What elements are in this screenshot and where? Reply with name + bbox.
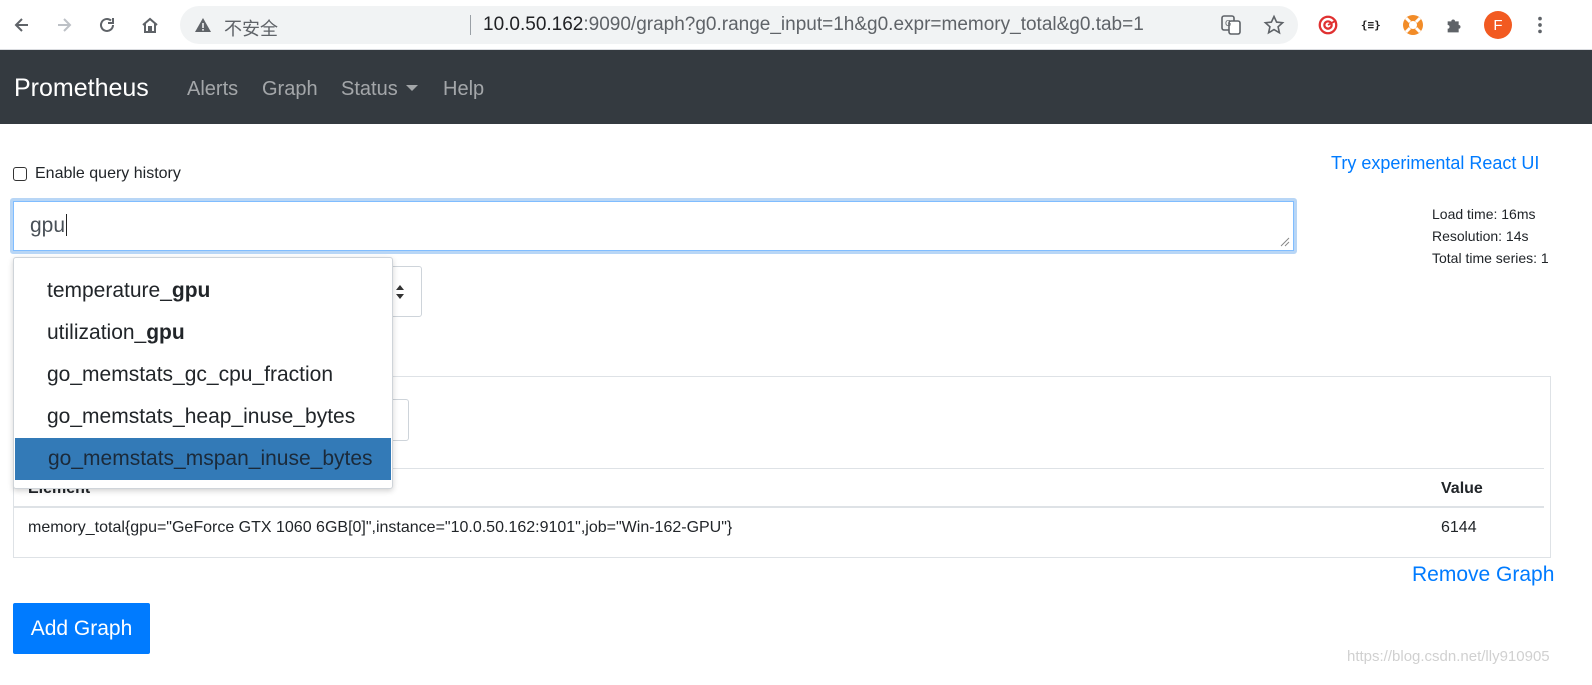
url-text[interactable]: 10.0.50.162:9090/graph?g0.range_input=1h… xyxy=(483,14,1144,36)
item-text: temperature_ xyxy=(47,279,172,302)
nav-help[interactable]: Help xyxy=(443,78,484,101)
total-series: Total time series: 1 xyxy=(1432,250,1549,266)
svg-text:{≡}: {≡} xyxy=(1361,19,1381,32)
divider xyxy=(14,506,1544,508)
load-time: Load time: 16ms xyxy=(1432,206,1536,222)
expression-value: gpu xyxy=(30,214,66,237)
address-bar[interactable]: 不安全 10.0.50.162:9090/graph?g0.range_inpu… xyxy=(180,6,1298,44)
text-cursor xyxy=(66,214,68,236)
item-text: go_memstats_gc_cpu_fraction xyxy=(47,363,333,386)
bookmark-star-icon[interactable] xyxy=(1263,14,1285,36)
forward-icon[interactable] xyxy=(50,11,78,39)
extension-json-icon[interactable]: {≡} xyxy=(1357,12,1383,38)
divider xyxy=(470,15,471,35)
home-icon[interactable] xyxy=(136,11,164,39)
history-label: Enable query history xyxy=(35,165,181,182)
table-row-value: 6144 xyxy=(1441,519,1477,536)
nav-status-label: Status xyxy=(341,78,398,100)
item-text: utilization_ xyxy=(47,321,147,344)
url-host: 10.0.50.162 xyxy=(483,14,584,35)
nav-status[interactable]: Status xyxy=(341,78,418,101)
nav-alerts[interactable]: Alerts xyxy=(187,78,238,101)
chevron-down-icon xyxy=(405,85,418,91)
brand-logo-text[interactable]: Prometheus xyxy=(14,74,149,103)
autocomplete-item[interactable]: utilization_ gpu xyxy=(14,312,392,354)
item-text: go_memstats_mspan_inuse_bytes xyxy=(48,447,373,470)
resize-grip-icon[interactable] xyxy=(1280,237,1290,247)
autocomplete-item[interactable]: temperature_ gpu xyxy=(14,270,392,312)
autocomplete-dropdown: temperature_ gpu utilization_ gpu go_memst… xyxy=(13,257,393,489)
profile-avatar[interactable]: F xyxy=(1484,11,1512,39)
expression-input-wrapper: gpu xyxy=(10,198,1297,254)
autocomplete-item-selected[interactable]: go_memstats_mspan_inuse_bytes xyxy=(15,438,391,480)
menu-kebab-icon[interactable] xyxy=(1527,12,1553,38)
add-graph-button[interactable]: Add Graph xyxy=(13,603,150,654)
warning-icon[interactable] xyxy=(194,16,212,34)
query-history-toggle[interactable]: Enable query history xyxy=(13,165,181,183)
extensions-puzzle-icon[interactable] xyxy=(1442,12,1468,38)
back-icon[interactable] xyxy=(8,11,36,39)
item-match: gpu xyxy=(146,321,185,344)
app-navbar: Prometheus Alerts Graph Status Help xyxy=(0,50,1592,124)
react-ui-link[interactable]: Try experimental React UI xyxy=(1331,153,1539,174)
autocomplete-item[interactable]: go_memstats_heap_inuse_bytes xyxy=(14,396,392,438)
svg-text:G: G xyxy=(1225,19,1231,28)
extension-lifebuoy-icon[interactable] xyxy=(1400,12,1426,38)
query-stats: Load time: 16ms Resolution: 14s Total ti… xyxy=(1432,203,1549,269)
nav-graph[interactable]: Graph xyxy=(262,78,318,101)
expression-input[interactable]: gpu xyxy=(13,201,1294,251)
watermark: https://blog.csdn.net/lly910905 xyxy=(1347,648,1550,665)
history-checkbox[interactable] xyxy=(13,167,27,181)
url-path: :9090/graph?g0.range_input=1h&g0.expr=me… xyxy=(583,14,1144,35)
item-text: go_memstats_heap_inuse_bytes xyxy=(47,405,356,428)
table-row-element: memory_total{gpu="GeForce GTX 1060 6GB[0… xyxy=(28,519,733,536)
autocomplete-item[interactable]: go_memstats_gc_cpu_fraction xyxy=(14,354,392,396)
resolution: Resolution: 14s xyxy=(1432,228,1529,244)
select-arrows-icon xyxy=(396,285,404,299)
remove-graph-link[interactable]: Remove Graph xyxy=(1412,563,1554,587)
insecure-label: 不安全 xyxy=(224,19,278,39)
extension-target-icon[interactable] xyxy=(1315,12,1341,38)
translate-icon[interactable]: G xyxy=(1220,14,1242,36)
reload-icon[interactable] xyxy=(93,11,121,39)
column-header-value: Value xyxy=(1441,480,1483,497)
browser-toolbar: 不安全 10.0.50.162:9090/graph?g0.range_inpu… xyxy=(0,0,1592,50)
item-match: gpu xyxy=(171,279,211,302)
